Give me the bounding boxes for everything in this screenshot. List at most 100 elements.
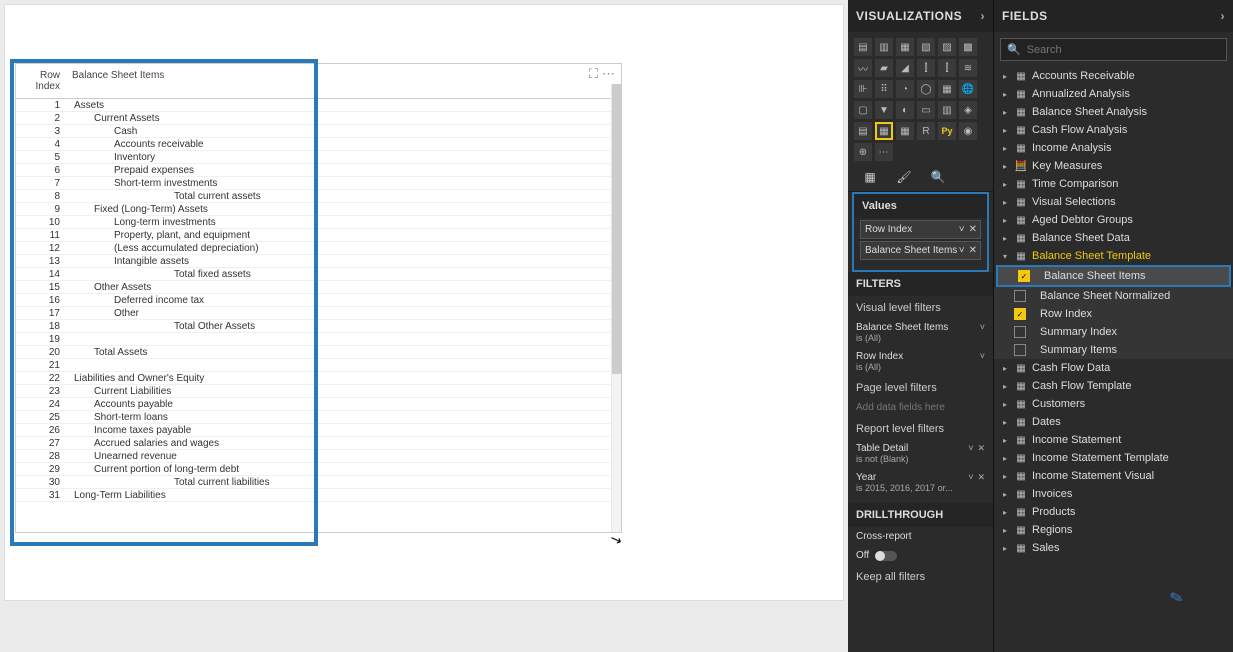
expand-icon[interactable]: ▸ bbox=[1000, 472, 1010, 481]
funnel-icon[interactable]: ▼ bbox=[875, 101, 893, 119]
ribbon-icon[interactable]: ≋ bbox=[959, 59, 977, 77]
field-table-row[interactable]: ▸▦Sales bbox=[994, 539, 1233, 557]
field-table-row[interactable]: ▸▦Time Comparison bbox=[994, 175, 1233, 193]
table-row[interactable]: 15Other Assets bbox=[16, 281, 621, 294]
field-column-row[interactable]: Summary Items bbox=[994, 341, 1233, 359]
expand-icon[interactable]: ▾ bbox=[1000, 252, 1010, 261]
field-table-row[interactable]: ▸▦Customers bbox=[994, 395, 1233, 413]
table-row[interactable]: 19 bbox=[16, 333, 621, 346]
table-row[interactable]: 21 bbox=[16, 359, 621, 372]
table-row[interactable]: 5Inventory bbox=[16, 151, 621, 164]
format-icon[interactable]: 🖌 bbox=[896, 169, 912, 185]
stacked-column100-icon[interactable]: ▩ bbox=[959, 38, 977, 56]
table-row[interactable]: 16Deferred income tax bbox=[16, 294, 621, 307]
expand-icon[interactable]: ▸ bbox=[1000, 526, 1010, 535]
field-table-row[interactable]: ▸▦Aged Debtor Groups bbox=[994, 211, 1233, 229]
table-row[interactable]: 18Total Other Assets bbox=[16, 320, 621, 333]
analytics-icon[interactable]: 🔍 bbox=[930, 169, 946, 185]
table-row[interactable]: 14Total fixed assets bbox=[16, 268, 621, 281]
table-row[interactable]: 8Total current assets bbox=[16, 190, 621, 203]
expand-icon[interactable]: ▸ bbox=[1000, 72, 1010, 81]
field-table-row[interactable]: ▸🧮Key Measures bbox=[994, 157, 1233, 175]
focus-mode-icon[interactable]: ⛶ bbox=[589, 66, 598, 82]
table-icon[interactable]: ▦ bbox=[875, 122, 893, 140]
table-row[interactable]: 26Income taxes payable bbox=[16, 424, 621, 437]
expand-icon[interactable]: ▸ bbox=[1000, 216, 1010, 225]
table-row[interactable]: 10Long-term investments bbox=[16, 216, 621, 229]
column-header-row-index[interactable]: Row Index bbox=[16, 64, 68, 98]
waterfall-icon[interactable]: ⊪ bbox=[854, 80, 872, 98]
table-row[interactable]: 27Accrued salaries and wages bbox=[16, 437, 621, 450]
field-table-row[interactable]: ▸▦Income Analysis bbox=[994, 139, 1233, 157]
expand-icon[interactable]: ▸ bbox=[1000, 508, 1010, 517]
pie-icon[interactable]: ◔ bbox=[896, 80, 914, 98]
field-table-row[interactable]: ▸▦Dates bbox=[994, 413, 1233, 431]
table-row[interactable]: 29Current portion of long-term debt bbox=[16, 463, 621, 476]
table-row[interactable]: 24Accounts payable bbox=[16, 398, 621, 411]
report-filter-item[interactable]: Table Detailis not (Blank)˅✕ bbox=[848, 439, 993, 468]
expand-icon[interactable]: ▸ bbox=[1000, 454, 1010, 463]
stacked-area-icon[interactable]: ◢ bbox=[896, 59, 914, 77]
expand-icon[interactable]: ▸ bbox=[1000, 400, 1010, 409]
more-options-icon[interactable]: ⋯ bbox=[602, 66, 615, 82]
expand-icon[interactable]: ▸ bbox=[1000, 382, 1010, 391]
table-row[interactable]: 30Total current liabilities bbox=[16, 476, 621, 489]
expand-icon[interactable]: ▸ bbox=[1000, 364, 1010, 373]
page-filters-placeholder[interactable]: Add data fields here bbox=[848, 398, 993, 417]
scrollbar-thumb[interactable] bbox=[612, 84, 621, 374]
treemap-icon[interactable]: ▦ bbox=[938, 80, 956, 98]
field-table-row[interactable]: ▸▦Products bbox=[994, 503, 1233, 521]
expand-icon[interactable]: ▸ bbox=[1000, 198, 1010, 207]
expand-icon[interactable]: ▸ bbox=[1000, 126, 1010, 135]
card-icon[interactable]: ▭ bbox=[917, 101, 935, 119]
report-page[interactable]: ⛶ ⋯ Row Index Balance Sheet Items 1Asset… bbox=[4, 4, 844, 601]
chevron-down-icon[interactable]: ˅ bbox=[959, 245, 965, 256]
custom-visual-icon[interactable]: ⋯ bbox=[875, 143, 893, 161]
expand-icon[interactable]: ▸ bbox=[1000, 490, 1010, 499]
stacked-bar100-icon[interactable]: ▨ bbox=[938, 38, 956, 56]
visual-filter-item[interactable]: Balance Sheet Itemsis (All)˅ bbox=[848, 318, 993, 347]
expand-icon[interactable]: ▸ bbox=[1000, 90, 1010, 99]
table-row[interactable]: 20Total Assets bbox=[16, 346, 621, 359]
field-table-row[interactable]: ▸▦Regions bbox=[994, 521, 1233, 539]
table-row[interactable]: 4Accounts receivable bbox=[16, 138, 621, 151]
clustered-column-icon[interactable]: ▧ bbox=[917, 38, 935, 56]
table-row[interactable]: 3Cash bbox=[16, 125, 621, 138]
field-table-row[interactable]: ▸▦Balance Sheet Analysis bbox=[994, 103, 1233, 121]
visual-filter-item[interactable]: Row Indexis (All)˅ bbox=[848, 347, 993, 376]
field-table-row[interactable]: ▸▦Accounts Receivable bbox=[994, 67, 1233, 85]
field-checkbox[interactable] bbox=[1014, 290, 1026, 302]
field-table-row[interactable]: ▸▦Cash Flow Template bbox=[994, 377, 1233, 395]
field-column-row[interactable]: Balance Sheet Normalized bbox=[994, 287, 1233, 305]
scatter-icon[interactable]: ⠿ bbox=[875, 80, 893, 98]
remove-icon[interactable]: ✕ bbox=[969, 224, 977, 235]
table-row[interactable]: 1Assets bbox=[16, 99, 621, 112]
field-well[interactable]: Row Index˅✕ bbox=[860, 220, 981, 239]
expand-icon[interactable]: ▸ bbox=[1000, 418, 1010, 427]
column-header-balance-sheet-items[interactable]: Balance Sheet Items bbox=[68, 64, 621, 98]
collapse-icon[interactable]: › bbox=[1221, 9, 1226, 23]
field-checkbox[interactable] bbox=[1014, 326, 1026, 338]
table-row[interactable]: 13Intangible assets bbox=[16, 255, 621, 268]
field-table-row[interactable]: ▸▦Visual Selections bbox=[994, 193, 1233, 211]
report-filter-item[interactable]: Yearis 2015, 2016, 2017 or...˅✕ bbox=[848, 468, 993, 497]
table-row[interactable]: 22Liabilities and Owner's Equity bbox=[16, 372, 621, 385]
fields-header[interactable]: FIELDS › bbox=[994, 0, 1233, 32]
slicer-icon[interactable]: ▤ bbox=[854, 122, 872, 140]
field-table-row[interactable]: ▸▦Balance Sheet Data bbox=[994, 229, 1233, 247]
table-row[interactable]: 28Unearned revenue bbox=[16, 450, 621, 463]
table-row[interactable]: 6Prepaid expenses bbox=[16, 164, 621, 177]
field-checkbox[interactable]: ✓ bbox=[1018, 270, 1030, 282]
expand-icon[interactable]: ▸ bbox=[1000, 180, 1010, 189]
fields-well-icon[interactable]: ▦ bbox=[862, 169, 878, 185]
field-table-row[interactable]: ▸▦Cash Flow Data bbox=[994, 359, 1233, 377]
table-row[interactable]: 12(Less accumulated depreciation) bbox=[16, 242, 621, 255]
visualizations-header[interactable]: VISUALIZATIONS › bbox=[848, 0, 993, 32]
cross-report-toggle[interactable] bbox=[875, 551, 897, 561]
kpi-icon[interactable]: ◈ bbox=[959, 101, 977, 119]
field-table-row[interactable]: ▸▦Income Statement Template bbox=[994, 449, 1233, 467]
field-checkbox[interactable]: ✓ bbox=[1014, 308, 1026, 320]
expand-icon[interactable]: ▸ bbox=[1000, 162, 1010, 171]
report-canvas[interactable]: ⛶ ⋯ Row Index Balance Sheet Items 1Asset… bbox=[0, 0, 848, 652]
field-table-row[interactable]: ▸▦Cash Flow Analysis bbox=[994, 121, 1233, 139]
